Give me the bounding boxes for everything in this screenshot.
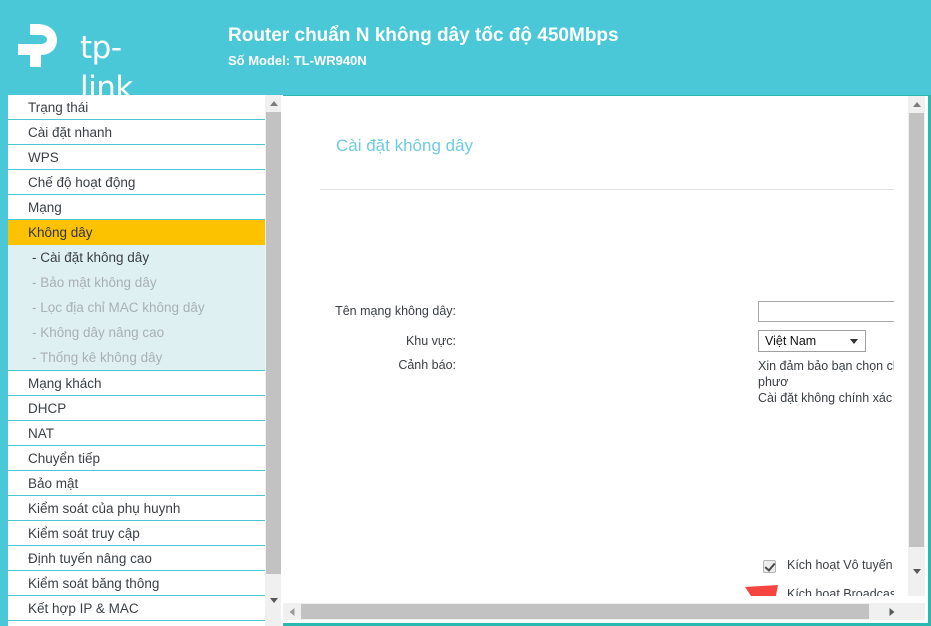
- left-accent-rail: [0, 95, 8, 626]
- sidebar-item-label: Trạng thái: [28, 100, 89, 115]
- content-scroll-left-button[interactable]: [283, 603, 300, 620]
- sidebar-item-label: Bảo mật: [28, 476, 79, 491]
- sidebar-scrollbar[interactable]: [265, 95, 282, 626]
- content-vertical-scroll-thumb[interactable]: [909, 113, 924, 547]
- content-horizontal-scrollbar[interactable]: [283, 603, 911, 620]
- sidebar-submenu-khong-day: - Cài đặt không dây - Bảo mật không dây …: [8, 245, 265, 371]
- sidebar-item-nat[interactable]: NAT: [8, 421, 265, 446]
- sidebar-subitem-label: - Cài đặt không dây: [32, 250, 150, 265]
- checkbox-label: Kích hoạt Vô tuyến Router không dây: [787, 558, 894, 572]
- sidebar-item-label: Không dây: [28, 225, 93, 240]
- sidebar-item-label: WPS: [28, 150, 59, 165]
- scrollbar-corner: [908, 603, 925, 620]
- sidebar-subitem-loc-dia-chi-mac[interactable]: - Lọc địa chỉ MAC không dây: [8, 295, 265, 320]
- chevron-up-icon: [269, 100, 278, 106]
- sidebar-item-label: Chế độ hoạt động: [28, 175, 136, 190]
- chevron-right-icon: [889, 607, 894, 616]
- sidebar-item-kiem-soat-truy-cap[interactable]: Kiểm soát truy cập: [8, 521, 265, 546]
- sidebar-item-mang-khach[interactable]: Mạng khách: [8, 371, 265, 396]
- sidebar-item-che-do-hoat-dong[interactable]: Chế độ hoạt động: [8, 170, 265, 195]
- sidebar-item-label: Kết hợp IP & MAC: [28, 601, 139, 616]
- sidebar-item-label: Mạng: [28, 200, 62, 215]
- chevron-up-icon: [912, 101, 921, 107]
- ssid-input[interactable]: [758, 301, 894, 322]
- sidebar-item-ket-hop-ip-mac[interactable]: Kết hợp IP & MAC: [8, 596, 265, 621]
- enable-broadcast-ssid-checkbox[interactable]: [763, 589, 776, 596]
- chevron-down-icon: [850, 339, 858, 344]
- sidebar-subitem-bao-mat-khong-day[interactable]: - Bảo mật không dây: [8, 270, 265, 295]
- sidebar-scroll-up-button[interactable]: [265, 95, 282, 112]
- page-title: Cài đặt không dây: [336, 136, 474, 155]
- region-label: Khu vực:: [405, 334, 456, 348]
- content-vertical-scrollbar[interactable]: [908, 96, 925, 596]
- sidebar-item-bao-mat[interactable]: Bảo mật: [8, 471, 265, 496]
- page-header: tp-link Router chuẩn N không dây tốc độ …: [0, 0, 931, 95]
- chevron-down-icon: [269, 597, 278, 603]
- sidebar-item-trang-thai[interactable]: Trạng thái: [8, 95, 265, 120]
- sidebar-subitem-khong-day-nang-cao[interactable]: - Không dây nâng cao: [8, 320, 265, 345]
- checkbox-label: Kích hoạt Broadcast SSID: [787, 587, 894, 596]
- sidebar-item-label: Kiểm soát của phụ huynh: [28, 501, 181, 516]
- sidebar-item-dhcp[interactable]: DHCP: [8, 396, 265, 421]
- tplink-logo-text: tp-link: [80, 30, 133, 95]
- tplink-logo: tp-link: [18, 22, 170, 95]
- content-scroll-area: Cài đặt không dây Tên mạng không dây: (C…: [283, 96, 894, 596]
- content-horizontal-scroll-thumb[interactable]: [301, 604, 869, 619]
- sidebar-item-label: NAT: [28, 426, 54, 441]
- region-selected-value: Việt Nam: [765, 334, 817, 348]
- chevron-left-icon: [289, 607, 294, 616]
- sidebar-subitem-thong-ke-khong-day[interactable]: - Thống kê không dây: [8, 345, 265, 370]
- sidebar-subitem-label: - Không dây nâng cao: [32, 325, 165, 340]
- content-scroll-right-button[interactable]: [883, 603, 900, 620]
- router-title: Router chuẩn N không dây tốc độ 450Mbps: [228, 25, 619, 46]
- sidebar-subitem-label: - Bảo mật không dây: [32, 275, 157, 290]
- warning-text: Xin đảm bảo bạn chọn chính xác quốc gia …: [758, 359, 894, 405]
- sidebar-nav: Trạng thái Cài đặt nhanh WPS Chế độ hoạt…: [8, 95, 265, 626]
- sidebar-item-chuyen-tiep[interactable]: Chuyển tiếp: [8, 446, 265, 471]
- tplink-logo-icon: [18, 22, 74, 74]
- warning-label: Cảnh báo:: [398, 358, 456, 372]
- enable-wireless-radio-checkbox[interactable]: [763, 560, 776, 573]
- page-body: Trạng thái Cài đặt nhanh WPS Chế độ hoạt…: [0, 95, 931, 626]
- sidebar-item-label: Mạng khách: [28, 376, 102, 391]
- sidebar-subitem-label: - Lọc địa chỉ MAC không dây: [32, 300, 205, 315]
- content-scroll-down-button[interactable]: [908, 562, 925, 579]
- chevron-down-icon: [912, 568, 921, 574]
- sidebar-item-kiem-soat-phu-huynh[interactable]: Kiểm soát của phụ huynh: [8, 496, 265, 521]
- sidebar-item-label: DHCP: [28, 401, 67, 416]
- sidebar-scroll-thumb[interactable]: [266, 112, 281, 574]
- router-model: Số Model: TL-WR940N: [228, 53, 367, 68]
- sidebar-item-khong-day[interactable]: Không dây: [8, 220, 265, 245]
- sidebar-item-label: Chuyển tiếp: [28, 451, 101, 466]
- region-select[interactable]: Việt Nam: [758, 330, 866, 352]
- sidebar-subitem-label: - Thống kê không dây: [32, 350, 163, 365]
- ssid-label: Tên mạng không dây:: [335, 304, 456, 318]
- router-admin-page: tp-link Router chuẩn N không dây tốc độ …: [0, 0, 931, 626]
- content-scroll-up-button[interactable]: [908, 96, 925, 113]
- sidebar-item-label: Định tuyến nâng cao: [28, 551, 152, 566]
- sidebar-item-wps[interactable]: WPS: [8, 145, 265, 170]
- sidebar-item-label: Kiểm soát truy cập: [28, 526, 140, 541]
- sidebar-subitem-cai-dat-khong-day[interactable]: - Cài đặt không dây: [8, 245, 265, 270]
- sidebar-item-label: Kiểm soát băng thông: [28, 576, 160, 591]
- sidebar-item-mang[interactable]: Mạng: [8, 195, 265, 220]
- sidebar-item-label: Cài đặt nhanh: [28, 125, 113, 140]
- sidebar-item-dinh-tuyen-nang-cao[interactable]: Định tuyến nâng cao: [8, 546, 265, 571]
- header-title-block: Router chuẩn N không dây tốc độ 450Mbps …: [228, 24, 619, 70]
- sidebar-item-kiem-soat-bang-thong[interactable]: Kiểm soát băng thông: [8, 571, 265, 596]
- sidebar-scroll-down-button[interactable]: [265, 591, 282, 608]
- sidebar-item-cai-dat-nhanh[interactable]: Cài đặt nhanh: [8, 120, 265, 145]
- content-panel: Cài đặt không dây Tên mạng không dây: (C…: [283, 95, 931, 626]
- title-divider: [320, 189, 894, 190]
